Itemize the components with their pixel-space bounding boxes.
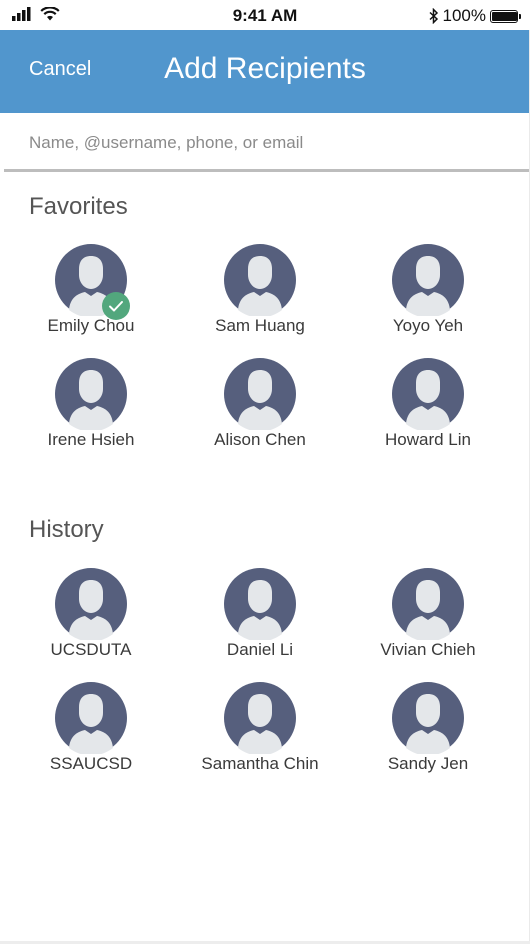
check-badge-icon <box>102 292 130 320</box>
status-right: 100% <box>429 6 521 26</box>
avatar <box>224 682 296 754</box>
contact-name: Sandy Jen <box>387 754 469 773</box>
avatar <box>224 358 296 430</box>
avatar <box>224 568 296 640</box>
avatar <box>55 358 127 430</box>
contact-item[interactable]: Daniel Li <box>175 568 345 660</box>
person-placeholder-icon <box>55 682 127 754</box>
history-heading: History <box>29 516 104 543</box>
contact-name: Alison Chen <box>214 430 306 449</box>
person-placeholder-icon <box>392 358 464 430</box>
avatar <box>224 244 296 316</box>
contact-name: Sam Huang <box>215 316 305 335</box>
contact-item[interactable]: Samantha Chin <box>175 682 345 774</box>
person-placeholder-icon <box>55 568 127 640</box>
avatar <box>55 568 127 640</box>
recipient-search-input[interactable] <box>29 131 499 155</box>
page-title: Add Recipients <box>164 52 366 85</box>
contact-item[interactable]: Sandy Jen <box>343 682 513 774</box>
favorites-heading: Favorites <box>29 193 128 220</box>
battery-icon <box>490 9 521 23</box>
avatar <box>392 682 464 754</box>
avatar <box>392 568 464 640</box>
contact-name: Daniel Li <box>226 640 294 659</box>
contact-name: Samantha Chin <box>201 754 319 773</box>
avatar <box>55 244 130 320</box>
contact-item[interactable]: Vivian Chieh <box>343 568 513 660</box>
avatar <box>55 682 127 754</box>
battery-percent: 100% <box>442 6 486 25</box>
contact-item[interactable]: Sam Huang <box>175 244 345 336</box>
avatar <box>392 358 464 430</box>
person-placeholder-icon <box>392 244 464 316</box>
person-placeholder-icon <box>392 568 464 640</box>
search-bar <box>0 113 530 172</box>
history-grid: UCSDUTA Daniel Li Vivian Chieh SSAUCSD Saman… <box>0 568 530 788</box>
contact-name: Vivian Chieh <box>380 640 476 659</box>
bluetooth-icon <box>429 8 438 24</box>
person-placeholder-icon <box>224 568 296 640</box>
contact-name: Howard Lin <box>385 430 471 449</box>
contact-item[interactable]: UCSDUTA <box>6 568 176 660</box>
contact-item[interactable]: Alison Chen <box>175 358 345 450</box>
avatar <box>392 244 464 316</box>
person-placeholder-icon <box>224 682 296 754</box>
status-bar: 9:41 AM 100% <box>0 0 530 30</box>
contact-name: SSAUCSD <box>49 754 133 773</box>
contact-item[interactable]: Yoyo Yeh <box>343 244 513 336</box>
contact-item[interactable]: Emily Chou <box>6 244 176 336</box>
contact-item[interactable]: Howard Lin <box>343 358 513 450</box>
contact-name: Emily Chou <box>47 316 135 335</box>
contact-name: Yoyo Yeh <box>392 316 464 335</box>
favorites-grid: Emily Chou Sam Huang Yoyo Yeh Irene Hsieh Al… <box>0 244 530 464</box>
contact-item[interactable]: Irene Hsieh <box>6 358 176 450</box>
nav-header: Cancel Add Recipients <box>0 30 530 113</box>
contact-name: Irene Hsieh <box>47 430 135 449</box>
person-placeholder-icon <box>224 358 296 430</box>
person-placeholder-icon <box>55 358 127 430</box>
contact-name: UCSDUTA <box>50 640 132 659</box>
person-placeholder-icon <box>224 244 296 316</box>
search-divider <box>4 169 530 172</box>
contact-item[interactable]: SSAUCSD <box>6 682 176 774</box>
person-placeholder-icon <box>392 682 464 754</box>
